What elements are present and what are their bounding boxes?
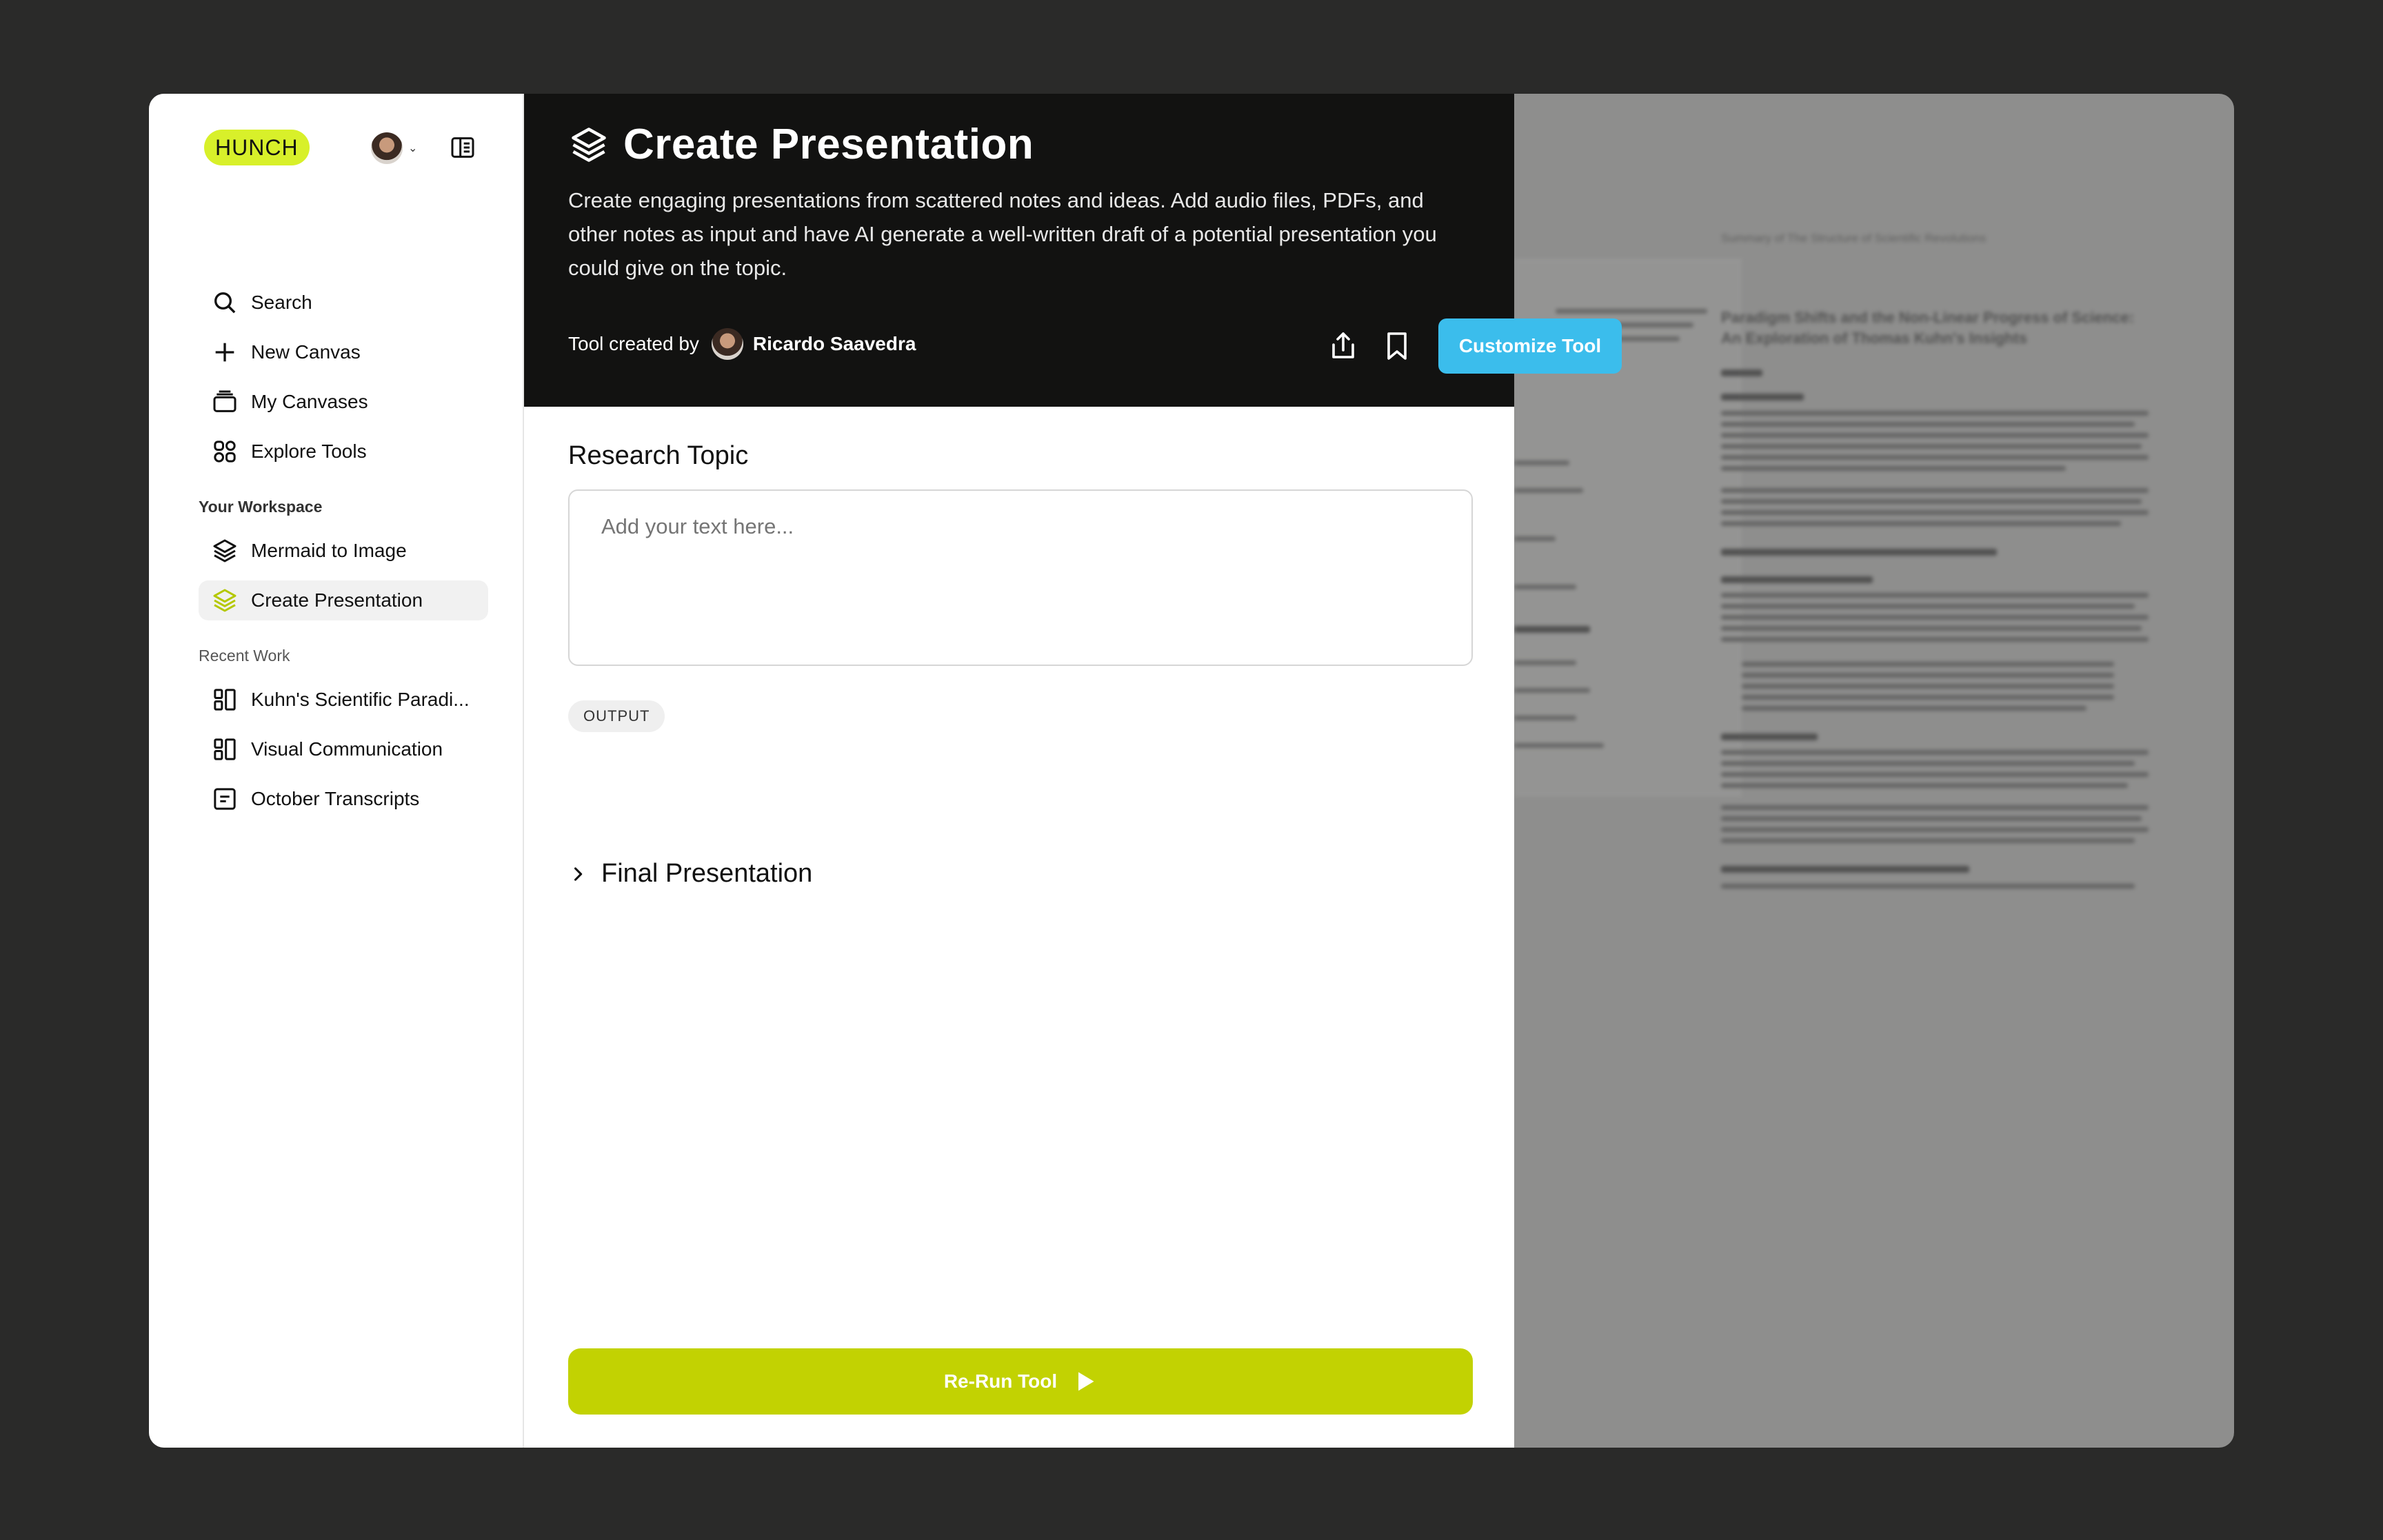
background-doc-title: Paradigm Shifts and the Non-Linear Progr… (1721, 309, 2135, 347)
share-icon[interactable] (1327, 330, 1360, 363)
recent-item-kuhn[interactable]: Kuhn's Scientific Paradi... (199, 680, 488, 720)
user-avatar (371, 132, 403, 164)
layers-icon (572, 127, 606, 162)
chevron-down-icon: ⌄ (408, 143, 418, 154)
rerun-tool-label: Re-Run Tool (943, 1370, 1058, 1392)
recent-item-visual-communication[interactable]: Visual Communication (199, 729, 488, 769)
nav-search[interactable]: Search (199, 283, 488, 323)
background-document: Summary of The Structure of Scientific R… (1514, 232, 2234, 1266)
nav-explore-tools-label: Explore Tools (251, 440, 367, 462)
created-by-label: Tool created by (568, 333, 699, 354)
recent-item-visual-communication-label: Visual Communication (251, 738, 443, 760)
account-menu[interactable]: ⌄ (371, 131, 426, 165)
search-icon (214, 292, 236, 314)
rerun-tool-button[interactable]: Re-Run Tool (568, 1348, 1473, 1415)
layers-icon (213, 589, 237, 612)
hunch-logo[interactable]: HUNCH (204, 130, 310, 165)
nav-new-canvas-label: New Canvas (251, 341, 361, 363)
app-window: Summary of The Structure of Scientific R… (149, 94, 2234, 1448)
plus-icon (215, 343, 234, 362)
nav-explore-tools[interactable]: Explore Tools (199, 432, 488, 472)
tool-description: Create engaging presentations from scatt… (568, 188, 1437, 280)
bookmark-icon[interactable] (1383, 330, 1411, 363)
recent-item-kuhn-label: Kuhn's Scientific Paradi... (251, 689, 470, 710)
final-presentation-label: Final Presentation (601, 859, 813, 888)
canvas-icon (214, 738, 236, 760)
nav-my-canvases-label: My Canvases (251, 391, 368, 412)
sidebar-toggle-icon[interactable] (448, 134, 477, 161)
tool-title: Create Presentation (623, 121, 1034, 168)
recent-section-label: Recent Work (199, 647, 290, 665)
grid-icon (214, 440, 236, 463)
research-topic-input[interactable] (568, 489, 1473, 666)
stack-icon (213, 390, 237, 412)
tool-title-row: Create Presentation (568, 120, 1034, 169)
output-pill: OUTPUT (568, 700, 665, 732)
workspace-item-create-presentation-label: Create Presentation (251, 589, 423, 611)
creator-row: Tool created by Ricardo Saavedra (568, 328, 916, 360)
nav-new-canvas[interactable]: New Canvas (199, 332, 488, 372)
recent-item-october-transcripts[interactable]: October Transcripts (199, 779, 488, 819)
sidebar: HUNCH ⌄ Search New Canvas My Canvases Ex… (149, 94, 524, 1448)
customize-tool-button[interactable]: Customize Tool (1438, 318, 1622, 374)
creator-avatar (711, 328, 743, 360)
tool-header: Create Presentation Create engaging pres… (524, 94, 1622, 407)
research-topic-label: Research Topic (568, 441, 749, 470)
canvas-icon (214, 689, 236, 711)
document-icon (214, 788, 236, 810)
layers-icon (213, 539, 237, 563)
creator-name[interactable]: Ricardo Saavedra (753, 333, 916, 355)
workspace-item-mermaid-label: Mermaid to Image (251, 540, 407, 561)
background-doc-header: Summary of The Structure of Scientific R… (1721, 232, 1987, 245)
final-presentation-toggle[interactable]: Final Presentation (568, 859, 812, 889)
nav-my-canvases[interactable]: My Canvases (199, 382, 488, 422)
recent-item-october-transcripts-label: October Transcripts (251, 788, 420, 809)
chevron-right-icon (574, 867, 583, 881)
play-icon (1078, 1372, 1094, 1391)
tool-panel: Create Presentation Create engaging pres… (524, 94, 1622, 1448)
workspace-section-label: Your Workspace (199, 498, 323, 516)
workspace-item-create-presentation[interactable]: Create Presentation (199, 580, 488, 620)
nav-search-label: Search (251, 292, 312, 313)
workspace-item-mermaid[interactable]: Mermaid to Image (199, 531, 488, 571)
